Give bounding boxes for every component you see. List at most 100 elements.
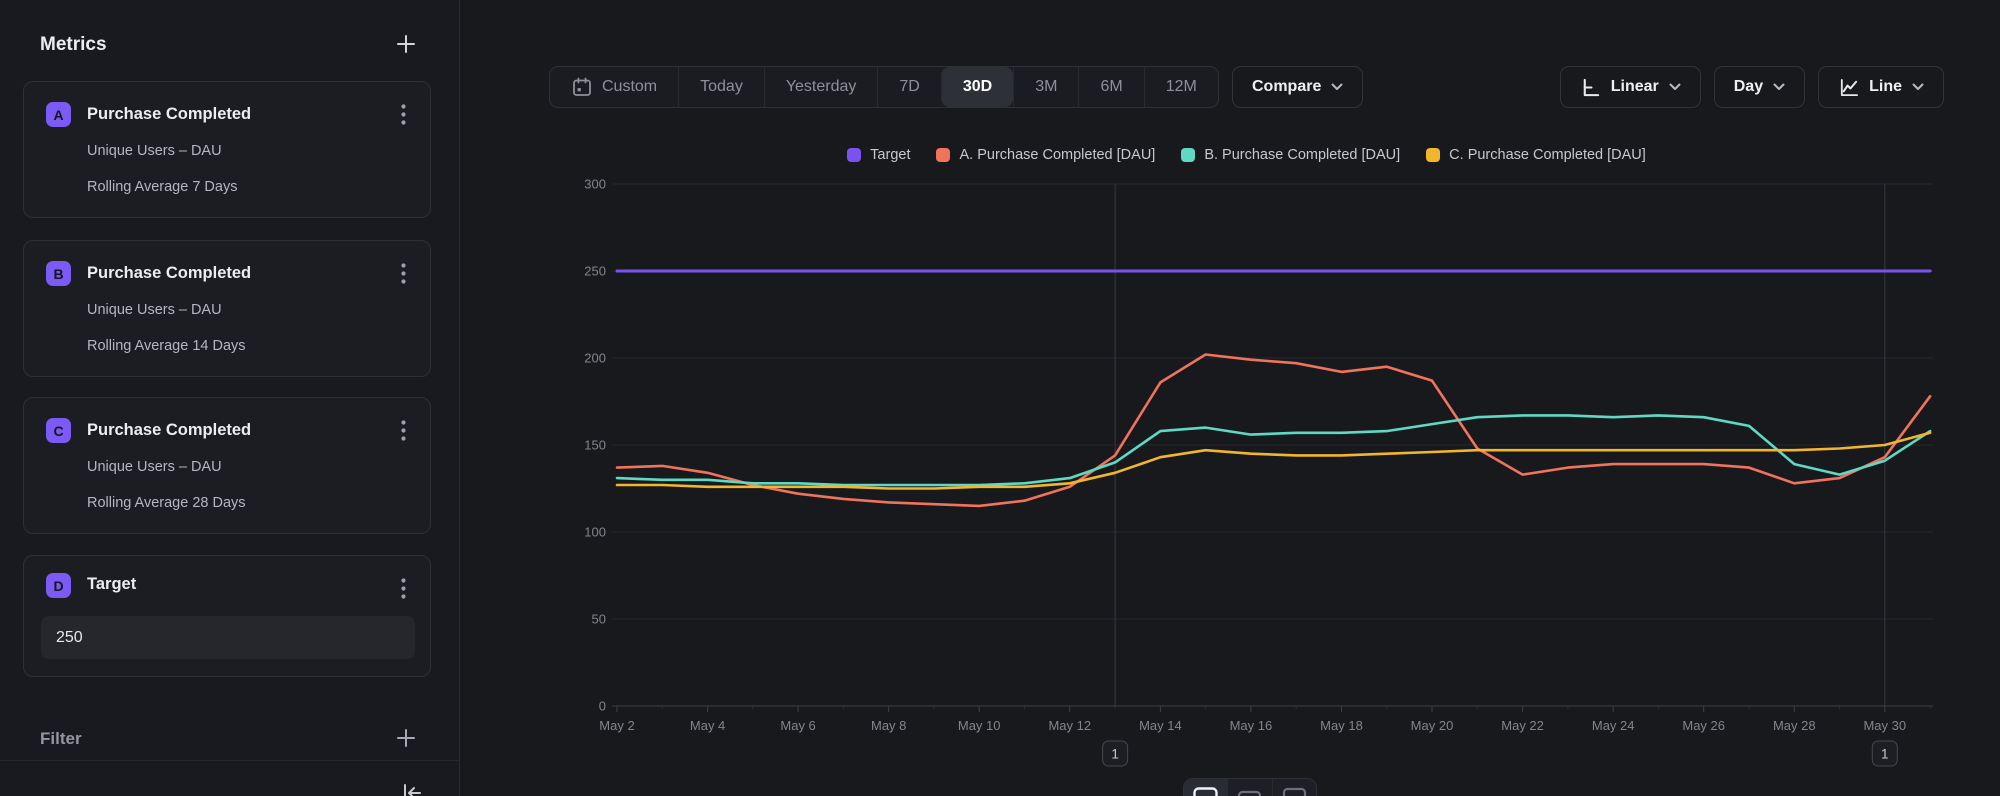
date-range-3m[interactable]: 3M <box>1013 67 1078 107</box>
date-range-selector: Custom Today Yesterday 7D 30D 3M 6M 12M <box>549 66 1219 108</box>
metric-transform: Rolling Average 7 Days <box>87 179 237 195</box>
sidebar: Metrics APurchase CompletedUnique Users … <box>0 0 460 796</box>
svg-text:300: 300 <box>584 177 606 192</box>
date-range-label: 6M <box>1100 78 1122 96</box>
svg-text:100: 100 <box>584 525 606 540</box>
svg-text:May 8: May 8 <box>871 718 906 733</box>
metric-card-target[interactable]: D Target <box>23 555 431 677</box>
chart-display-controls: Linear Day Line <box>1560 66 1944 108</box>
compare-label: Compare <box>1252 78 1321 96</box>
date-range-30d[interactable]: 30D <box>941 67 1013 107</box>
svg-text:May 30: May 30 <box>1863 718 1906 733</box>
metric-menu-button[interactable] <box>390 573 416 603</box>
collapse-sidebar-button[interactable] <box>398 779 426 796</box>
svg-text:May 20: May 20 <box>1411 718 1454 733</box>
scale-label: Linear <box>1611 78 1659 96</box>
date-range-label: 30D <box>963 78 992 96</box>
date-range-label: Today <box>700 78 743 96</box>
metric-badge: D <box>46 573 71 598</box>
svg-text:1: 1 <box>1111 747 1119 762</box>
chart-legend: Target A. Purchase Completed [DAU] B. Purc… <box>560 147 1933 163</box>
svg-text:0: 0 <box>599 699 606 714</box>
legend-swatch <box>847 148 861 162</box>
svg-text:1: 1 <box>1881 747 1889 762</box>
date-range-label: 7D <box>899 78 919 96</box>
chart-size-option-large[interactable] <box>1184 779 1227 796</box>
legend-item[interactable]: B. Purchase Completed [DAU] <box>1181 147 1400 163</box>
chart-size-option-medium[interactable] <box>1227 779 1271 796</box>
metric-card-a[interactable]: A Purchase Completed Unique Users – DAU Rol… <box>23 81 431 218</box>
metric-menu-button[interactable] <box>390 99 416 129</box>
legend-item[interactable]: A. Purchase Completed [DAU] <box>936 147 1155 163</box>
svg-text:May 18: May 18 <box>1320 718 1363 733</box>
date-range-yesterday[interactable]: Yesterday <box>764 67 878 107</box>
line-chart[interactable]: 050100150200250300May 2May 4May 6May 8Ma… <box>560 176 2000 796</box>
annotation-marker[interactable]: 1 <box>1103 741 1128 766</box>
kebab-icon <box>401 420 406 441</box>
svg-text:200: 200 <box>584 351 606 366</box>
date-range-12m[interactable]: 12M <box>1144 67 1218 107</box>
legend-swatch <box>936 148 950 162</box>
metric-badge: A <box>46 102 71 127</box>
date-range-label: Custom <box>602 78 657 96</box>
sidebar-divider <box>0 760 459 761</box>
annotation-marker[interactable]: 1 <box>1872 741 1897 766</box>
metric-title: Purchase Completed <box>87 264 251 283</box>
chart-type-select-button[interactable]: Line <box>1818 66 1944 108</box>
svg-text:May 24: May 24 <box>1592 718 1635 733</box>
metrics-dashboard: Metrics APurchase CompletedUnique Users … <box>0 0 2000 796</box>
metric-title: Purchase Completed <box>87 105 251 124</box>
chevron-down-icon <box>1331 83 1343 91</box>
small-rect-icon <box>1282 787 1307 796</box>
legend-label: Target <box>870 147 910 163</box>
metric-menu-button[interactable] <box>390 258 416 288</box>
large-rect-icon <box>1193 787 1218 796</box>
svg-text:50: 50 <box>592 612 606 627</box>
date-range-6m[interactable]: 6M <box>1078 67 1143 107</box>
legend-item[interactable]: C. Purchase Completed [DAU] <box>1426 147 1646 163</box>
svg-text:May 6: May 6 <box>780 718 815 733</box>
date-range-7d[interactable]: 7D <box>877 67 940 107</box>
legend-swatch <box>1181 148 1195 162</box>
line-chart-icon <box>1838 77 1859 98</box>
svg-text:May 12: May 12 <box>1048 718 1091 733</box>
date-range-today[interactable]: Today <box>678 67 764 107</box>
chart-size-toolbar <box>1183 778 1317 796</box>
add-metric-button[interactable] <box>394 32 418 56</box>
target-value-input[interactable] <box>41 616 415 659</box>
metric-menu-button[interactable] <box>390 415 416 445</box>
svg-text:May 26: May 26 <box>1682 718 1725 733</box>
kebab-icon <box>401 263 406 284</box>
filter-panel-title: Filter <box>40 729 82 749</box>
metric-badge: B <box>46 261 71 286</box>
legend-label: C. Purchase Completed [DAU] <box>1449 147 1646 163</box>
metric-title: Target <box>87 575 136 594</box>
legend-label: B. Purchase Completed [DAU] <box>1204 147 1400 163</box>
svg-text:May 22: May 22 <box>1501 718 1544 733</box>
metric-card-c[interactable]: CPurchase CompletedUnique Users – DAURol… <box>23 397 431 534</box>
legend-item[interactable]: Target <box>847 147 910 163</box>
legend-label: A. Purchase Completed [DAU] <box>959 147 1155 163</box>
collapse-left-icon <box>400 781 424 796</box>
axis-icon <box>1580 77 1601 98</box>
metric-badge: C <box>46 418 71 443</box>
chevron-down-icon <box>1669 83 1681 91</box>
metric-card-b[interactable]: B Purchase Completed Unique Users – DAU Rol… <box>23 240 431 377</box>
interval-label: Day <box>1734 78 1763 96</box>
add-filter-button[interactable] <box>394 726 418 750</box>
metric-measure: Unique Users – DAU <box>87 302 222 318</box>
compare-button[interactable]: Compare <box>1232 66 1363 108</box>
chart-size-option-small[interactable] <box>1272 779 1316 796</box>
chart-canvas[interactable]: 050100150200250300May 2May 4May 6May 8Ma… <box>560 176 2000 796</box>
metric-transform: Rolling Average 14 Days <box>87 338 246 354</box>
plus-icon <box>395 33 417 55</box>
date-range-custom[interactable]: Custom <box>550 67 678 107</box>
interval-select-button[interactable]: Day <box>1714 66 1805 108</box>
metric-measure: Unique Users – DAU <box>87 143 222 159</box>
scale-select-button[interactable]: Linear <box>1560 66 1701 108</box>
svg-text:May 28: May 28 <box>1773 718 1816 733</box>
svg-text:May 2: May 2 <box>599 718 634 733</box>
date-range-label: 3M <box>1035 78 1057 96</box>
svg-text:May 16: May 16 <box>1230 718 1273 733</box>
chevron-down-icon <box>1912 83 1924 91</box>
